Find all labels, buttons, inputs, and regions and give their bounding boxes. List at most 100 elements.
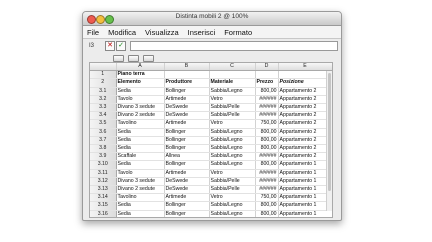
- cell-e[interactable]: Appartamento 1: [278, 169, 332, 178]
- cell-e[interactable]: [278, 70, 332, 80]
- formula-input[interactable]: [130, 41, 338, 51]
- cell-a[interactable]: Tavolo: [116, 95, 165, 105]
- spreadsheet-grid[interactable]: A B C D E 1 Piano terra 2 Elemento Produttor…: [89, 62, 333, 218]
- cell-c[interactable]: Sabbia/Legno: [209, 128, 256, 137]
- cell-d[interactable]: 800,00: [255, 160, 279, 170]
- cell-c[interactable]: Sabbia/Legno: [209, 160, 256, 170]
- cell-b[interactable]: Bollinger: [164, 128, 210, 137]
- cell-e[interactable]: Appartamento 2: [278, 119, 332, 129]
- cell-e[interactable]: Appartamento 1: [278, 193, 332, 203]
- cell-a[interactable]: Sedia: [116, 210, 165, 217]
- row-header[interactable]: 3.12: [90, 177, 117, 187]
- cell-e[interactable]: Appartamento 2: [278, 103, 332, 113]
- row-header[interactable]: 1: [90, 70, 117, 80]
- cell-b[interactable]: Bollinger: [164, 201, 210, 211]
- row-header[interactable]: 3.15: [90, 201, 117, 211]
- cell-c[interactable]: Sabbia/Legno: [209, 201, 256, 211]
- cell-a[interactable]: Divano 3 sedute: [116, 177, 165, 187]
- cancel-entry-icon[interactable]: ✕: [105, 41, 115, 51]
- cell-c[interactable]: Sabbia/Legno: [209, 144, 256, 154]
- cell-b[interactable]: DeSwede: [164, 103, 210, 113]
- column-header-a[interactable]: A: [116, 63, 165, 72]
- cell-d[interactable]: ######: [255, 152, 279, 162]
- cell-c[interactable]: Sabbia/Pelle: [209, 177, 256, 187]
- row-header[interactable]: 3.8: [90, 144, 117, 154]
- cell-e[interactable]: Appartamento 2: [278, 95, 332, 105]
- cell-e[interactable]: Appartamento 2: [278, 152, 332, 162]
- cell-b[interactable]: Artimede: [164, 169, 210, 178]
- vertical-scrollbar[interactable]: [326, 71, 332, 211]
- cell-b[interactable]: [164, 70, 210, 80]
- cell-a[interactable]: Tavolo: [116, 169, 165, 178]
- menu-inserisci[interactable]: Inserisci: [188, 28, 216, 37]
- cell-c[interactable]: Sabbia/Legno: [209, 136, 256, 146]
- cell-b[interactable]: Produttore: [164, 78, 210, 88]
- outline-level-2-button[interactable]: [128, 54, 139, 62]
- scrollbar-thumb[interactable]: [328, 73, 331, 191]
- cell-d[interactable]: [255, 70, 279, 80]
- cell-a[interactable]: Tavolino: [116, 119, 165, 129]
- confirm-entry-icon[interactable]: ✓: [116, 41, 126, 51]
- cell-c[interactable]: Sabbia/Pelle: [209, 185, 256, 195]
- cell-c[interactable]: Vetro: [209, 193, 256, 203]
- row-header[interactable]: 3.4: [90, 111, 117, 121]
- row-header[interactable]: 3.5: [90, 119, 117, 129]
- cell-d[interactable]: 750,00: [255, 193, 279, 203]
- row-header[interactable]: 3.13: [90, 185, 117, 195]
- cell-d[interactable]: 800,00: [255, 128, 279, 137]
- cell-a[interactable]: Divano 2 sedute: [116, 185, 165, 195]
- row-header[interactable]: 3.14: [90, 193, 117, 203]
- cell-b[interactable]: DeSwede: [164, 185, 210, 195]
- cell-d[interactable]: ######: [255, 103, 279, 113]
- menu-visualizza[interactable]: Visualizza: [145, 28, 179, 37]
- cell-b[interactable]: DeSwede: [164, 111, 210, 121]
- cell-c[interactable]: Vetro: [209, 169, 256, 178]
- row-header[interactable]: 3.7: [90, 136, 117, 146]
- cell-c[interactable]: [209, 70, 256, 80]
- menu-file[interactable]: File: [87, 28, 99, 37]
- cell-e[interactable]: Appartamento 1: [278, 177, 332, 187]
- cell-a[interactable]: Sedia: [116, 128, 165, 137]
- menu-modifica[interactable]: Modifica: [108, 28, 136, 37]
- corner-cell[interactable]: [90, 63, 117, 72]
- outline-level-1-button[interactable]: [113, 54, 124, 62]
- cell-c[interactable]: Vetro: [209, 119, 256, 129]
- cell-b[interactable]: Artimede: [164, 193, 210, 203]
- cell-e[interactable]: Appartamento 2: [278, 144, 332, 154]
- cell-c[interactable]: Sabbia/Pelle: [209, 111, 256, 121]
- cell-a[interactable]: Sedia: [116, 136, 165, 146]
- cell-d[interactable]: 750,00: [255, 119, 279, 129]
- cell-a[interactable]: Sedia: [116, 87, 165, 96]
- cell-c[interactable]: Sabbia/Legno: [209, 210, 256, 217]
- cell-d[interactable]: 800,00: [255, 210, 279, 217]
- column-header-c[interactable]: C: [209, 63, 256, 72]
- cell-d[interactable]: 800,00: [255, 87, 279, 96]
- row-header[interactable]: 3.16: [90, 210, 117, 217]
- cell-a[interactable]: Sedia: [116, 160, 165, 170]
- cell-e[interactable]: Appartamento 1: [278, 185, 332, 195]
- cell-b[interactable]: DeSwede: [164, 177, 210, 187]
- cell-d[interactable]: ######: [255, 177, 279, 187]
- cell-c[interactable]: Sabbia/Legno: [209, 87, 256, 96]
- row-header[interactable]: 3.10: [90, 160, 117, 170]
- cell-e[interactable]: Appartamento 2: [278, 87, 332, 96]
- cell-d[interactable]: ######: [255, 185, 279, 195]
- cell-e[interactable]: Appartamento 2: [278, 128, 332, 137]
- cell-d[interactable]: Prezzo: [255, 78, 279, 88]
- cell-a[interactable]: Tavolino: [116, 193, 165, 203]
- cell-a[interactable]: Divano 2 sedute: [116, 111, 165, 121]
- cell-e[interactable]: Posizione: [278, 78, 332, 88]
- cell-d[interactable]: ######: [255, 95, 279, 105]
- menu-formato[interactable]: Formato: [224, 28, 252, 37]
- cell-d[interactable]: 800,00: [255, 201, 279, 211]
- row-header[interactable]: 3.2: [90, 95, 117, 105]
- cell-e[interactable]: Appartamento 1: [278, 201, 332, 211]
- cell-e[interactable]: Appartamento 1: [278, 210, 332, 217]
- cell-b[interactable]: Artimede: [164, 95, 210, 105]
- row-header[interactable]: 3.9: [90, 152, 117, 162]
- cell-d[interactable]: ######: [255, 111, 279, 121]
- cell-d[interactable]: ######: [255, 169, 279, 178]
- row-header[interactable]: 3.3: [90, 103, 117, 113]
- row-header[interactable]: 3.11: [90, 169, 117, 178]
- cell-b[interactable]: Bollinger: [164, 144, 210, 154]
